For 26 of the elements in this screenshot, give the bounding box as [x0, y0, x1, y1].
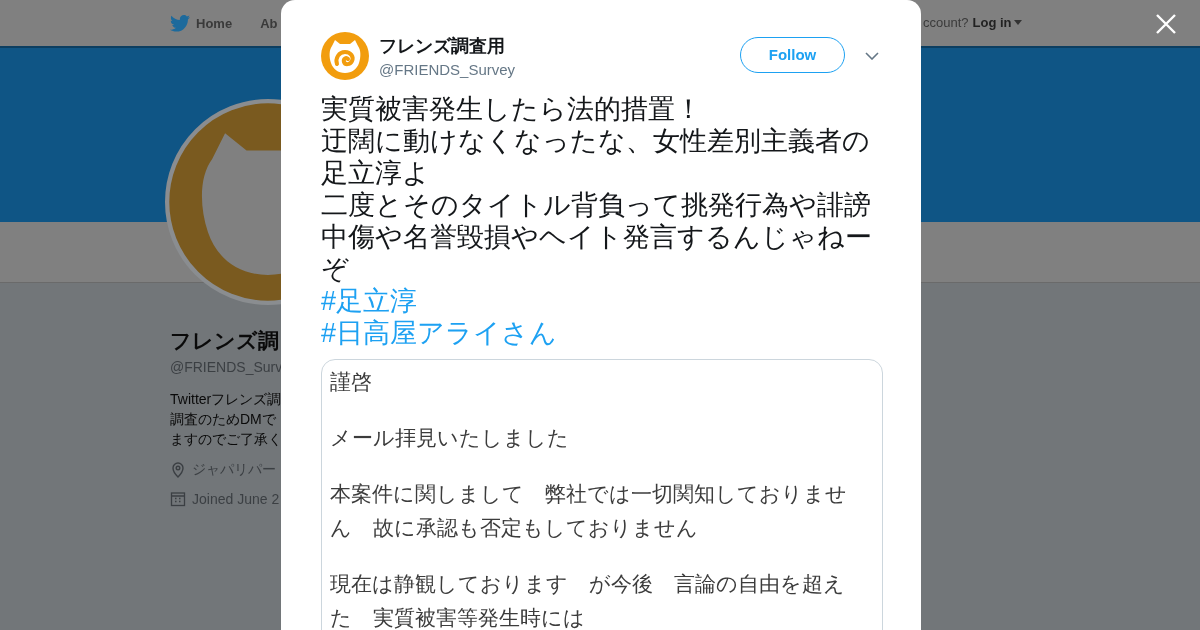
profile-bio: Twitterフレンズ調 調査のためDMで ますのでご了承く	[170, 390, 282, 449]
tweet-text: 二度とそのタイトル背負って挑発行為や誹謗中傷や名誉毀損やヘイト発言するんじゃねーぞ	[321, 189, 873, 285]
account-handle: @FRIENDS_Survey	[379, 61, 517, 78]
calendar-icon	[170, 491, 186, 507]
avatar	[321, 32, 369, 80]
account-prompt: ccount?	[923, 15, 969, 30]
follow-button[interactable]: Follow	[740, 36, 845, 73]
hashtag-link[interactable]: #足立淳	[321, 285, 418, 317]
nav-link[interactable]: Ab	[260, 15, 278, 31]
document-paragraph: 現在は静観しております が今後 言論の自由を超えた 実質被害等発生時には	[330, 571, 846, 630]
hashtag-link[interactable]: #日高屋アライさん	[321, 317, 558, 349]
chevron-down-icon[interactable]	[865, 52, 879, 60]
bird-icon	[170, 14, 190, 32]
document-paragraph: メール拝見いたしました	[330, 425, 570, 451]
tweet-text: 迂闊に動けなくなったな、女性差別主義者の足立淳よ	[321, 125, 871, 189]
location-pin-icon	[170, 462, 186, 478]
tweet-text: 実質被害発生したら法的措置！	[321, 93, 703, 125]
document-paragraph: 本案件に関しまして 弊社では一切関知しておりません 故に承認も否定もしておりません	[330, 481, 848, 541]
account-name: フレンズ調査用	[379, 35, 506, 58]
login-link[interactable]: Log in	[972, 15, 1022, 30]
close-icon[interactable]	[1155, 13, 1177, 35]
caret-icon	[1013, 20, 1022, 25]
nav-link[interactable]: Home	[170, 14, 233, 32]
profile-name: フレンズ調	[170, 328, 279, 354]
document-paragraph: 謹啓	[330, 369, 373, 395]
profile-handle: @FRIENDS_Surv	[170, 359, 283, 375]
